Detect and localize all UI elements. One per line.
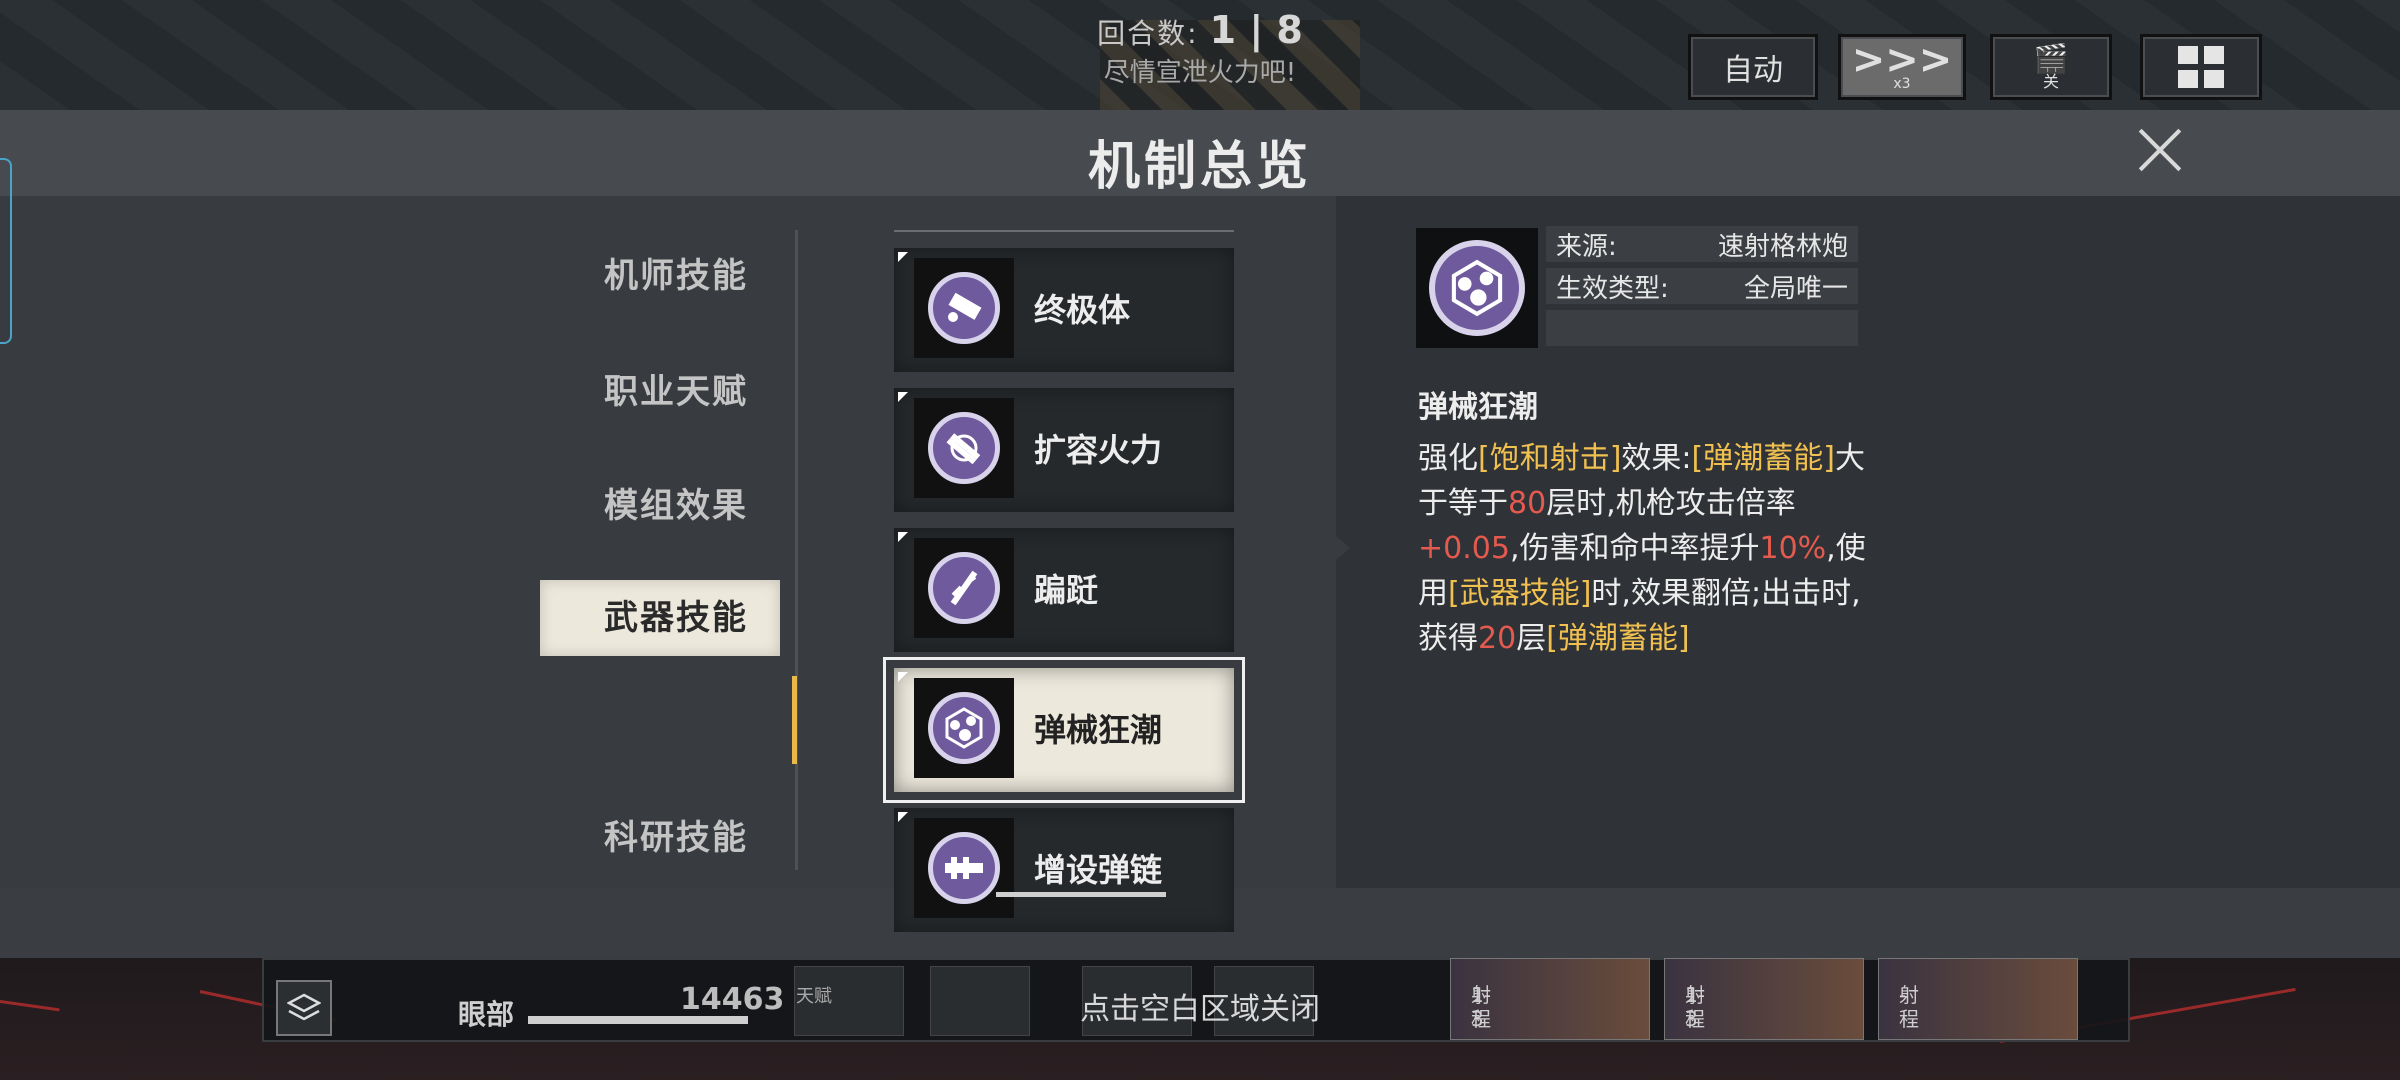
mechanics-overview-dialog: 机制总览 机师技能 职业天赋 模组效果 武器技能 科研技能 终极体 扩容火力 蹁… bbox=[0, 110, 2400, 958]
extra-ammo-belt-icon bbox=[928, 832, 1000, 904]
description-segment: 10% bbox=[1759, 531, 1827, 566]
skill-card-label: 弹械狂潮 bbox=[1034, 711, 1163, 749]
source-value: 速射格林炮 bbox=[1717, 231, 1848, 262]
list-scrollbar[interactable] bbox=[996, 892, 1166, 897]
close-hint: 点击空白区域关闭 bbox=[1080, 992, 1320, 1027]
category-module-effects[interactable]: 模组效果 bbox=[540, 468, 780, 544]
graceful-dance-icon bbox=[928, 552, 1000, 624]
source-label: 来源: bbox=[1556, 231, 1617, 262]
category-class-talents[interactable]: 职业天赋 bbox=[540, 354, 780, 430]
description-segment: 20 bbox=[1478, 621, 1517, 656]
speed-button[interactable]: >>> x3 bbox=[1838, 34, 1966, 100]
side-tab-hint bbox=[0, 158, 12, 344]
skill-card[interactable]: 增设弹链 bbox=[894, 808, 1234, 932]
ammo-frenzy-icon bbox=[1429, 240, 1525, 336]
dialog-title: 机制总览 bbox=[1087, 137, 1312, 197]
speed-multiplier: x3 bbox=[1893, 76, 1911, 92]
skill-card[interactable]: 扩容火力 bbox=[894, 388, 1234, 512]
fast-forward-icon: >>> bbox=[1851, 37, 1953, 83]
description-segment: 80 bbox=[1508, 486, 1547, 521]
auto-battle-button[interactable]: 自动 bbox=[1688, 34, 1818, 100]
source-row: 来源: 速射格林炮 bbox=[1546, 226, 1858, 262]
turn-value: 1 | 8 bbox=[1209, 8, 1303, 52]
game-screen: 回合数: 1 | 8 尽情宣泄火力吧! 自动 >>> x3 🎬 关 眼部 144… bbox=[0, 0, 2400, 1080]
effect-type-row: 生效类型: 全局唯一 bbox=[1546, 268, 1858, 304]
category-weapon-skills[interactable]: 武器技能 bbox=[540, 580, 780, 656]
skill-list[interactable]: 终极体 扩容火力 蹁跹 弹械狂潮 增设弹链 bbox=[880, 230, 1270, 988]
auto-battle-label: 自动 bbox=[1723, 53, 1783, 88]
description-segment: 强化 bbox=[1418, 441, 1478, 476]
info-row-empty bbox=[1546, 310, 1858, 346]
skill-card-label: 蹁跹 bbox=[1034, 571, 1099, 609]
grid-icon bbox=[2178, 46, 2224, 88]
turn-subtitle: 尽情宣泄火力吧! bbox=[1103, 58, 1297, 88]
skill-card-label: 扩容火力 bbox=[1034, 431, 1163, 469]
detail-skill-description: 强化[饱和射击]效果:[弹潮蓄能]大于等于80层时,机枪攻击倍率+0.05,伤害… bbox=[1418, 436, 1870, 661]
battle-replay-toggle[interactable]: 🎬 关 bbox=[1990, 34, 2112, 100]
category-active-marker bbox=[792, 676, 797, 764]
ammo-frenzy-icon bbox=[928, 692, 1000, 764]
description-segment: ,伤害和命中率提升 bbox=[1509, 531, 1760, 566]
replay-state: 关 bbox=[2042, 72, 2059, 91]
layout-menu-button[interactable] bbox=[2140, 34, 2262, 100]
category-divider bbox=[795, 230, 798, 870]
description-segment: [武器技能] bbox=[1448, 576, 1592, 611]
close-icon[interactable] bbox=[2136, 126, 2184, 174]
list-top-divider bbox=[894, 230, 1234, 232]
skill-card-selected[interactable]: 弹械狂潮 bbox=[883, 657, 1245, 803]
description-segment: 效果: bbox=[1621, 441, 1692, 476]
description-segment: [弹潮蓄能] bbox=[1691, 441, 1835, 476]
description-segment: [弹潮蓄能] bbox=[1546, 621, 1690, 656]
detail-skill-icon bbox=[1416, 228, 1538, 348]
description-segment: 层 bbox=[1516, 621, 1547, 656]
skill-card[interactable]: 蹁跹 bbox=[894, 528, 1234, 652]
skill-card-label: 终极体 bbox=[1034, 291, 1131, 329]
turn-label: 回合数: bbox=[1097, 17, 1199, 50]
description-segment: 层时,机枪攻击倍率 bbox=[1546, 486, 1796, 521]
turn-counter: 回合数: 1 | 8 尽情宣泄火力吧! bbox=[1000, 8, 1400, 89]
expanded-firepower-icon bbox=[928, 412, 1000, 484]
effect-type-value: 全局唯一 bbox=[1743, 273, 1848, 304]
effect-type-label: 生效类型: bbox=[1556, 273, 1669, 304]
category-research-skills[interactable]: 科研技能 bbox=[540, 800, 780, 876]
category-pilot-skills[interactable]: 机师技能 bbox=[540, 238, 780, 314]
detail-skill-name: 弹械狂潮 bbox=[1418, 390, 1538, 425]
skill-card-label: 增设弹链 bbox=[1034, 851, 1163, 889]
description-segment: +0.05 bbox=[1418, 531, 1510, 566]
ultimate-form-icon bbox=[928, 272, 1000, 344]
dialog-header: 机制总览 bbox=[0, 110, 2400, 197]
skill-card[interactable]: 终极体 bbox=[894, 248, 1234, 372]
description-segment: [饱和射击] bbox=[1478, 441, 1622, 476]
detail-pointer bbox=[1336, 536, 1350, 560]
film-clapper-icon: 🎬 bbox=[2033, 42, 2069, 75]
